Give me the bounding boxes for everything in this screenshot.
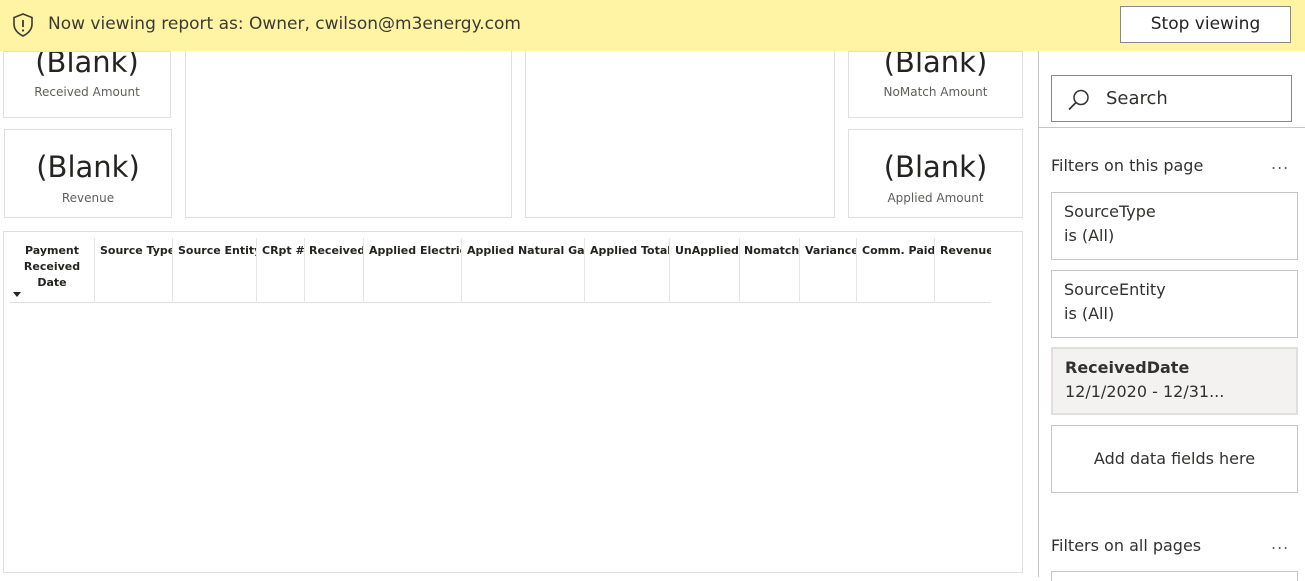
filters-on-this-page-title: Filters on this page [1051, 156, 1204, 175]
column-header-applied-electric[interactable]: Applied Electric [363, 238, 461, 303]
filter-value: 12/1/2020 - 12/31... [1065, 382, 1225, 401]
empty-visual-1[interactable] [185, 51, 512, 218]
stop-viewing-button[interactable]: Stop viewing [1120, 6, 1291, 43]
column-header-source-type[interactable]: Source Type [94, 238, 172, 303]
card-label: Received Amount [34, 85, 140, 99]
card-value: (Blank) [35, 51, 139, 79]
column-header-unapplied[interactable]: UnApplied [669, 238, 739, 303]
card-value: (Blank) [883, 51, 988, 79]
column-header-comm-paid[interactable]: Comm. Paid [856, 238, 934, 303]
filter-value: is (All) [1064, 226, 1115, 245]
table-header: Payment Received Date Source Type Source… [10, 238, 991, 303]
card-label: NoMatch Amount [883, 85, 988, 99]
filter-search-input[interactable]: Search [1051, 75, 1292, 122]
card-label: Revenue [61, 191, 115, 205]
shield-warning-icon [13, 13, 33, 37]
column-header-payment-received-date[interactable]: Payment Received Date [10, 238, 94, 303]
applied-amount-card: (Blank) Applied Amount [848, 129, 1023, 218]
add-data-fields-dropzone[interactable]: Add data fields here [1051, 425, 1298, 493]
more-options-icon[interactable]: ... [1271, 534, 1289, 553]
search-icon [1068, 89, 1089, 111]
column-header-nomatch[interactable]: Nomatch [739, 238, 799, 303]
column-header-crpt[interactable]: CRpt # [256, 238, 304, 303]
filter-name: ReceivedDate [1065, 358, 1190, 377]
filter-card-receiveddate[interactable]: ReceivedDate 12/1/2020 - 12/31... [1051, 347, 1298, 415]
revenue-card: (Blank) Revenue [4, 129, 172, 218]
card-value: (Blank) [883, 150, 988, 184]
filter-name: SourceEntity [1064, 280, 1166, 299]
sort-descending-icon [13, 292, 21, 297]
card-value: (Blank) [36, 150, 140, 184]
search-placeholder: Search [1106, 88, 1168, 109]
empty-visual-2[interactable] [525, 51, 835, 218]
column-header-source-entity[interactable]: Source Entity [172, 238, 256, 303]
column-header-variance[interactable]: Variance [799, 238, 856, 303]
filter-value: is (All) [1064, 304, 1115, 323]
banner-message: Now viewing report as: Owner, cwilson@m3… [48, 14, 521, 34]
filter-card-partial[interactable] [1051, 571, 1298, 581]
filter-name: SourceType [1064, 202, 1156, 221]
column-header-applied-total[interactable]: Applied Total [584, 238, 669, 303]
column-header-revenue[interactable]: Revenue [934, 238, 991, 303]
pane-divider [1039, 127, 1305, 128]
filters-on-all-pages-title: Filters on all pages [1051, 536, 1202, 555]
view-as-banner: Now viewing report as: Owner, cwilson@m3… [0, 0, 1305, 51]
filter-card-sourceentity[interactable]: SourceEntity is (All) [1051, 270, 1298, 338]
payments-table[interactable]: Payment Received Date Source Type Source… [3, 231, 1023, 573]
card-label: Applied Amount [887, 191, 984, 205]
nomatch-amount-card: (Blank) NoMatch Amount [848, 51, 1023, 118]
filter-card-sourcetype[interactable]: SourceType is (All) [1051, 192, 1298, 260]
received-amount-card: (Blank) Received Amount [3, 51, 171, 118]
more-options-icon[interactable]: ... [1271, 154, 1289, 173]
column-header-received[interactable]: Received [304, 238, 363, 303]
filters-pane: Search Filters on this page ... SourceTy… [1038, 51, 1305, 581]
column-header-applied-natural-gas[interactable]: Applied Natural Gas [461, 238, 584, 303]
